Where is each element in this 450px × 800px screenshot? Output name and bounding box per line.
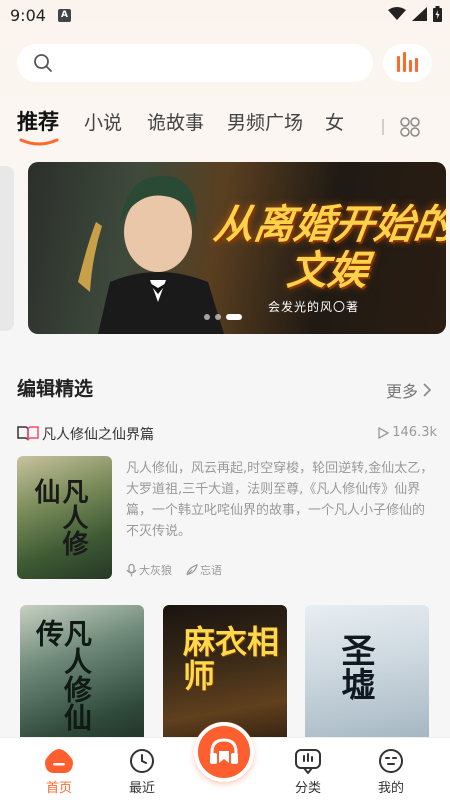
chevron-right-icon [423, 383, 432, 397]
listen-center-button[interactable] [194, 722, 254, 782]
nav-home[interactable]: 首页 [29, 748, 89, 796]
ranking-button[interactable] [383, 44, 432, 82]
more-link[interactable]: 更多 [386, 378, 432, 402]
search-icon [34, 54, 52, 72]
book-cover-title: 圣墟 [335, 633, 375, 701]
play-icon [378, 426, 390, 439]
microphone-icon [126, 563, 137, 576]
narrator: 大灰狼 [126, 562, 172, 578]
featured-cover-title: 凡人修仙 [30, 478, 88, 556]
quill-icon [186, 564, 198, 576]
featured-book-description: 凡人修仙，风云再起,时空穿梭，轮回逆转,金仙太乙，大罗道祖,三千大道，法则至尊,… [126, 461, 434, 539]
ranking-bars-icon [396, 52, 418, 72]
nav-home-label: 首页 [45, 781, 72, 796]
narrator-name: 大灰狼 [139, 564, 172, 577]
nav-recent[interactable]: 最近 [112, 748, 172, 796]
category-tabs: 推荐 小说 诡故事 男频广场 女 [17, 108, 377, 148]
author-name: 忘语 [200, 564, 222, 577]
notification-badge: A [58, 9, 71, 22]
category-icon [295, 749, 321, 774]
book-cover[interactable]: 凡人修仙传 [20, 605, 144, 750]
banner-title: 从离婚开始的文娱 [211, 201, 446, 294]
book-cover[interactable]: 圣墟 [305, 605, 429, 750]
nav-category[interactable]: 分类 [278, 748, 338, 796]
tab-novel[interactable]: 小说 [84, 108, 122, 135]
featured-book-cover[interactable]: 凡人修仙 [17, 456, 112, 579]
banner-author: 会发光的风〇著 [268, 300, 360, 314]
featured-book-header[interactable]: 凡人修仙之仙界篇 146.3k [17, 424, 437, 444]
banner-dot [204, 314, 210, 320]
featured-book-title: 凡人修仙之仙界篇 [42, 427, 154, 443]
book-cover-title: 麻衣相师 [183, 623, 280, 695]
nav-profile-label: 我的 [377, 781, 404, 796]
tab-active-indicator [19, 138, 59, 146]
author: 忘语 [186, 562, 222, 578]
section-title: 编辑精选 [17, 378, 94, 400]
nav-category-label: 分类 [294, 781, 321, 796]
tab-female[interactable]: 女 [325, 108, 344, 135]
search-bar[interactable] [17, 44, 373, 82]
play-count: 146.3k [377, 425, 437, 440]
book-icon [17, 426, 39, 441]
tab-strange-stories[interactable]: 诡故事 [147, 108, 204, 135]
signal-icon [412, 7, 427, 21]
status-time: 9:04 [10, 6, 46, 25]
clock-icon [130, 749, 154, 773]
nav-recent-label: 最近 [128, 781, 155, 796]
banner-pagination [204, 314, 242, 320]
tabs-divider [382, 119, 384, 135]
headphones-icon [210, 738, 238, 764]
tab-recommend[interactable]: 推荐 [17, 106, 59, 136]
banner-previous-peek[interactable] [0, 166, 14, 331]
more-label: 更多 [386, 382, 419, 401]
featured-book-meta: 大灰狼 忘语 [126, 562, 222, 578]
battery-icon [433, 6, 442, 22]
profile-face-icon [379, 749, 403, 773]
book-cover-title: 凡人修仙传 [32, 619, 93, 731]
wifi-icon [388, 7, 406, 20]
banner-dot-active [226, 314, 242, 320]
category-grid-icon[interactable] [399, 116, 421, 138]
status-icons [388, 6, 442, 22]
tab-male-channel[interactable]: 男频广场 [227, 108, 303, 135]
banner-dot [215, 314, 221, 320]
nav-profile[interactable]: 我的 [361, 748, 421, 796]
promo-banner[interactable]: 从离婚开始的文娱 会发光的风〇著 [28, 162, 446, 334]
status-bar: 9:04 A [0, 0, 450, 32]
home-icon [45, 749, 73, 773]
play-count-value: 146.3k [392, 425, 437, 440]
